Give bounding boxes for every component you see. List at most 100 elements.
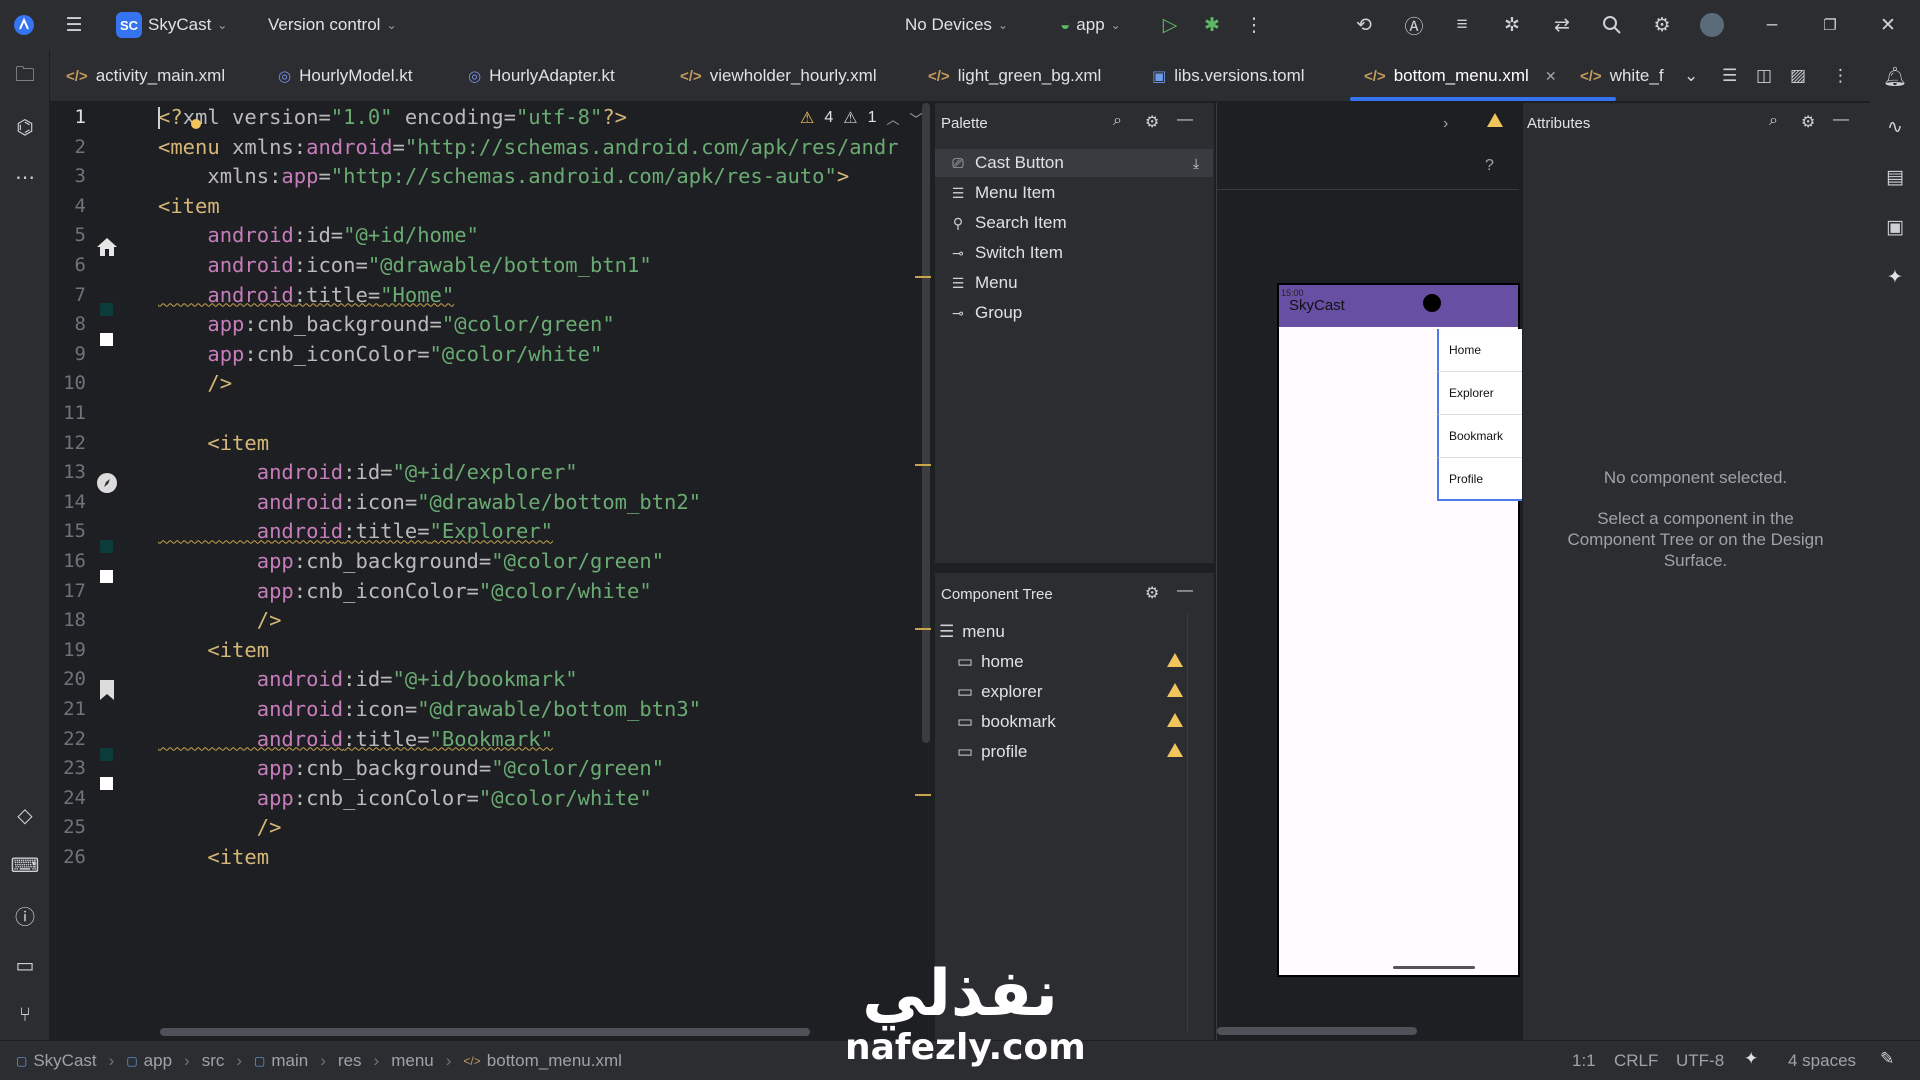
notifications-icon[interactable]: 🔔︎ <box>1882 64 1908 90</box>
hide-panel-icon[interactable]: — <box>1833 111 1849 129</box>
code-line[interactable]: /> <box>158 369 232 399</box>
code-line[interactable]: app:cnb_background="@color/green" <box>158 754 664 784</box>
tab-viewholder-hourly[interactable]: </> viewholder_hourly.xml <box>680 50 877 102</box>
line-number[interactable]: 17 <box>50 577 86 607</box>
line-number[interactable]: 22 <box>50 725 86 755</box>
code-line[interactable]: android:icon="@drawable/bottom_btn1" <box>158 251 651 281</box>
line-number[interactable]: 4 <box>50 192 86 222</box>
code-line[interactable]: app:cnb_background="@color/green" <box>158 310 614 340</box>
sdk-manager-icon[interactable]: ≡ <box>1448 11 1476 39</box>
avatar[interactable] <box>1698 11 1726 39</box>
line-number[interactable]: 2 <box>50 133 86 163</box>
design-view-icon[interactable]: ▨ <box>1790 50 1806 102</box>
restore-icon[interactable]: ❐ <box>1816 11 1844 39</box>
code-line[interactable]: /> <box>158 606 282 636</box>
breadcrumb-item[interactable]: res <box>338 1051 362 1071</box>
more-tools-icon[interactable]: ⋯ <box>12 164 38 190</box>
search-icon[interactable]: ⌕ <box>1769 112 1778 130</box>
warning-stripe-mark[interactable] <box>915 794 931 796</box>
device-selector[interactable]: No Devices ⌄ <box>905 15 1008 35</box>
warning-stripe-mark[interactable] <box>915 276 931 278</box>
menu-option-home[interactable]: Home <box>1437 329 1522 372</box>
warning-icon[interactable] <box>1167 653 1183 667</box>
settings-icon[interactable]: ⚙ <box>1145 583 1159 603</box>
tab-more-icon[interactable]: ⋮ <box>1832 50 1849 102</box>
edit-icon[interactable]: ✎ <box>1880 1049 1894 1069</box>
code-line[interactable]: <?xml version="1.0" encoding="utf-8"?> <box>158 103 627 133</box>
split-view-icon[interactable]: ◫ <box>1756 50 1772 102</box>
line-number[interactable]: 1 <box>50 103 86 133</box>
breadcrumb-item[interactable]: ▢ main <box>254 1051 308 1071</box>
breadcrumb-item[interactable]: </> bottom_menu.xml <box>463 1051 621 1071</box>
line-number[interactable]: 15 <box>50 517 86 547</box>
code-line[interactable]: app:cnb_iconColor="@color/white" <box>158 577 652 607</box>
line-number[interactable]: 3 <box>50 162 86 192</box>
line-number[interactable]: 5 <box>50 221 86 251</box>
project-folder-icon[interactable]: 🗀 <box>12 64 38 90</box>
file-encoding[interactable]: UTF-8 <box>1676 1051 1724 1071</box>
code-line[interactable]: <item <box>158 636 269 666</box>
warning-icon[interactable] <box>1487 113 1503 127</box>
line-number[interactable]: 12 <box>50 429 86 459</box>
line-number[interactable]: 18 <box>50 606 86 636</box>
settings-icon[interactable]: ⚙ <box>1648 11 1676 39</box>
resource-manager-icon[interactable]: ⌬ <box>12 114 38 140</box>
download-icon[interactable]: ⤓ <box>1193 155 1199 172</box>
warning-icon[interactable] <box>1167 743 1183 757</box>
line-number[interactable]: 20 <box>50 665 86 695</box>
project-selector[interactable]: SC SkyCast ⌄ <box>116 12 227 38</box>
warning-icon[interactable] <box>1167 683 1183 697</box>
warning-stripe-mark[interactable] <box>915 464 931 466</box>
line-number[interactable]: 24 <box>50 784 86 814</box>
white-color-swatch[interactable] <box>100 570 113 583</box>
tree-node-menu[interactable]: ☰ menu <box>939 622 1005 642</box>
code-line[interactable]: android:title="Explorer" <box>158 517 553 547</box>
green-color-swatch[interactable] <box>100 748 113 761</box>
hamburger-menu-icon[interactable]: ☰ <box>60 11 88 39</box>
settings-icon[interactable]: ⚙ <box>1145 112 1159 132</box>
line-number[interactable]: 21 <box>50 695 86 725</box>
code-line[interactable]: xmlns:app="http://schemas.android.com/ap… <box>158 162 849 192</box>
line-number[interactable]: 16 <box>50 547 86 577</box>
sync-icon[interactable]: ⇄ <box>1548 11 1576 39</box>
line-number[interactable]: 26 <box>50 843 86 873</box>
line-ending[interactable]: CRLF <box>1614 1051 1658 1071</box>
android-studio-logo-icon[interactable] <box>10 11 38 39</box>
tab-overflow-chevron-icon[interactable]: ⌄ <box>1684 50 1698 102</box>
problems-icon[interactable]: ⓘ <box>12 902 38 929</box>
tree-node-bookmark[interactable]: ▭ bookmark <box>957 712 1056 732</box>
search-icon[interactable]: ⌕ <box>1113 112 1122 130</box>
tree-node-explorer[interactable]: ▭ explorer <box>957 682 1042 702</box>
tree-node-home[interactable]: ▭ home <box>957 652 1024 672</box>
breadcrumb-item[interactable]: menu <box>391 1051 434 1071</box>
bookmark-icon[interactable] <box>94 677 120 703</box>
git-branch-icon[interactable]: ⑂ <box>12 1002 38 1028</box>
line-number[interactable]: 11 <box>50 399 86 429</box>
tab-white[interactable]: </> white_f <box>1580 50 1664 102</box>
line-number[interactable]: 8 <box>50 310 86 340</box>
editor-vertical-scrollbar[interactable] <box>922 103 930 743</box>
editor-horizontal-scrollbar[interactable] <box>160 1028 810 1036</box>
gradle-icon[interactable]: ∿ <box>1882 114 1908 140</box>
code-line[interactable]: <item <box>158 843 269 873</box>
menu-option-explorer[interactable]: Explorer <box>1437 372 1522 415</box>
translate-icon[interactable]: Ⓐ <box>1400 11 1428 39</box>
code-line[interactable]: app:cnb_iconColor="@color/white" <box>158 784 652 814</box>
ai-sparkle-icon[interactable]: ✦ <box>1744 1049 1758 1069</box>
code-line[interactable]: android:id="@+id/explorer" <box>158 458 578 488</box>
compass-icon[interactable] <box>94 470 120 496</box>
line-number[interactable]: 10 <box>50 369 86 399</box>
inspection-widget[interactable]: ⚠ 4 ⚠ 1 ︿ ﹀ <box>800 108 923 128</box>
profiler-icon[interactable]: ⟲ <box>1350 11 1378 39</box>
device-file-explorer-icon[interactable]: ▤ <box>1882 164 1908 190</box>
green-color-swatch[interactable] <box>100 303 113 316</box>
running-devices-icon[interactable]: ▣ <box>1882 214 1908 240</box>
code-line[interactable]: <item <box>158 192 220 222</box>
menu-option-profile[interactable]: Profile <box>1437 458 1522 501</box>
line-number[interactable]: 25 <box>50 813 86 843</box>
code-line[interactable]: android:icon="@drawable/bottom_btn3" <box>158 695 701 725</box>
hide-panel-icon[interactable]: — <box>1177 582 1193 600</box>
chevron-up-icon[interactable]: ︿ <box>887 109 900 128</box>
close-tab-icon[interactable]: ✕ <box>1545 68 1557 85</box>
breadcrumb-item[interactable]: ▢ app <box>126 1051 172 1071</box>
